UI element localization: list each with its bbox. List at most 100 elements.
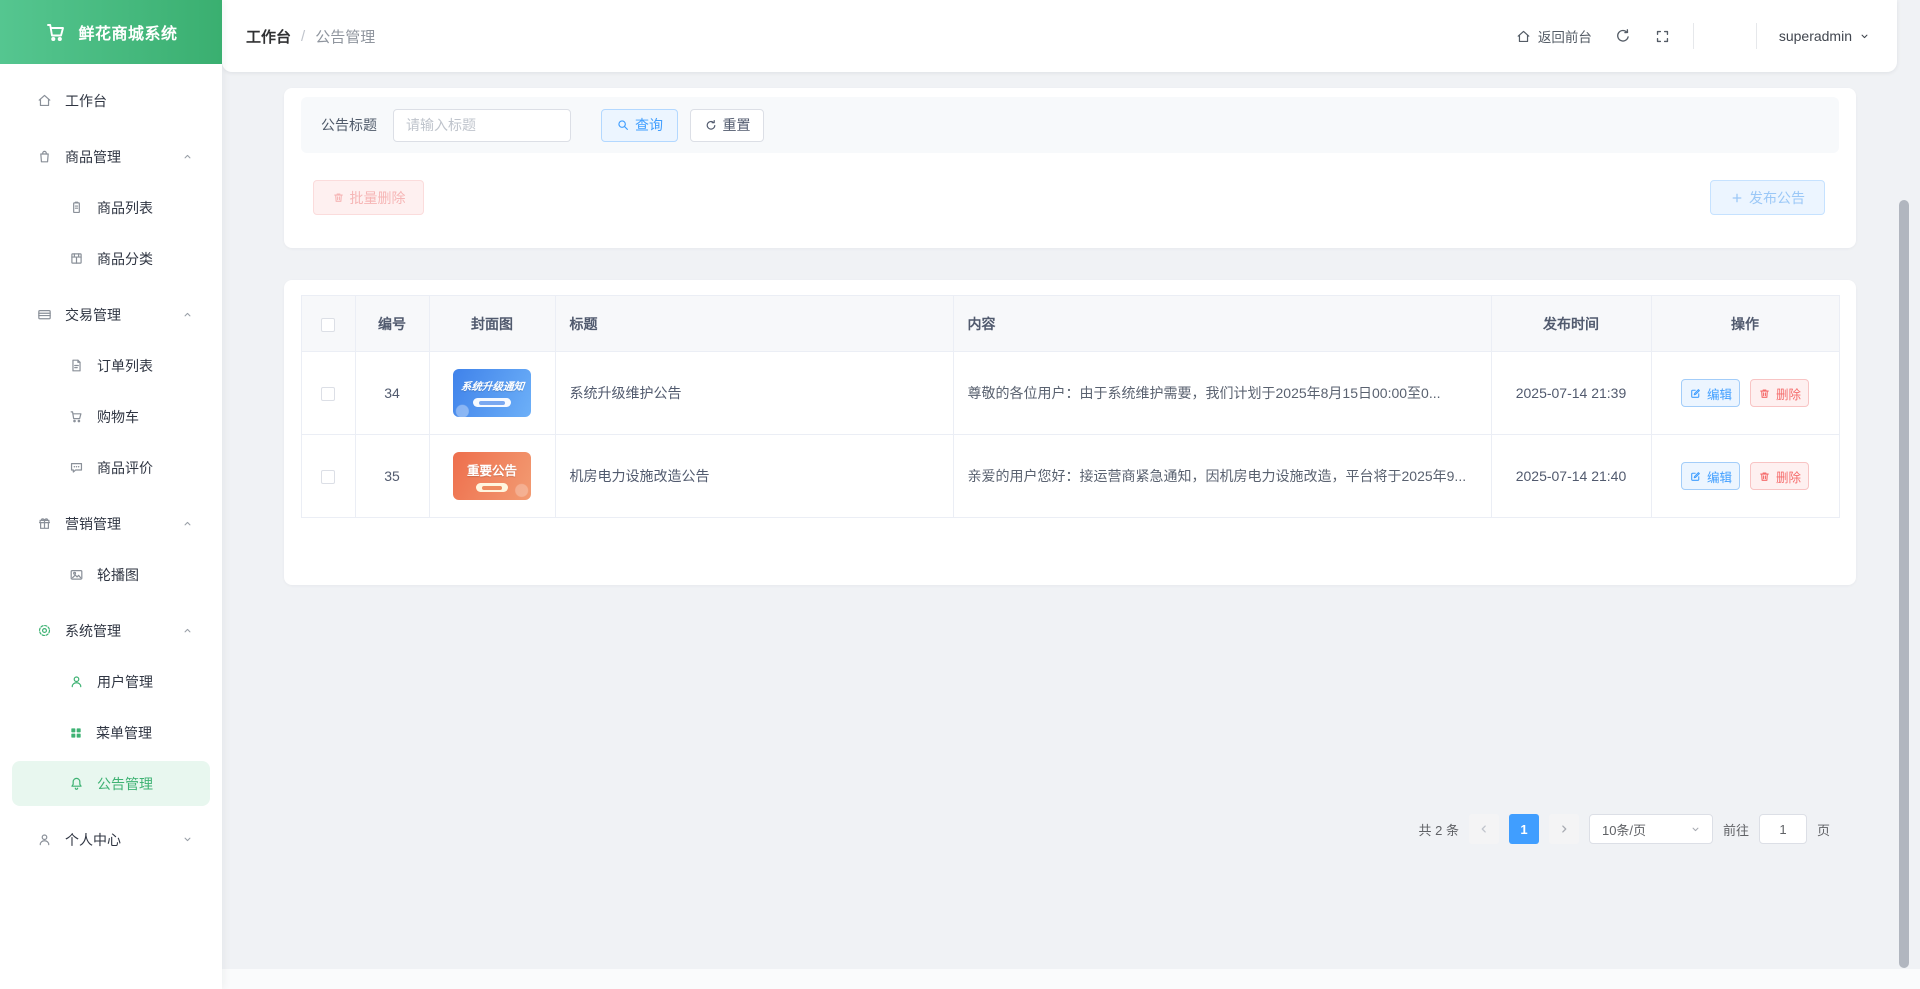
- sidebar-item-label: 购物车: [97, 407, 139, 427]
- sidebar-item-1[interactable]: 工作台: [12, 78, 210, 123]
- chevron-down-icon: [181, 833, 194, 846]
- page-size-select[interactable]: 10条/页: [1589, 814, 1713, 844]
- sidebar-item-label: 用户管理: [97, 672, 153, 692]
- announcement-table: 编号 封面图 标题 内容 发布时间 操作 34系统升级通知系统升级维护公告尊敬的…: [301, 295, 1840, 518]
- publish-label: 发布公告: [1749, 188, 1805, 208]
- reset-button-label: 重置: [723, 115, 751, 135]
- header-divider: [1693, 23, 1694, 49]
- trash-icon: [332, 191, 345, 204]
- header-content: 内容: [953, 296, 1491, 352]
- sidebar-item-label: 商品评价: [97, 458, 153, 478]
- reset-icon: [704, 118, 718, 132]
- edit-icon: [1689, 470, 1702, 483]
- filter-label: 公告标题: [321, 115, 377, 135]
- plus-icon: [1730, 191, 1744, 205]
- delete-button[interactable]: 删除: [1750, 462, 1809, 490]
- cover-badge: [473, 398, 511, 407]
- row-checkbox[interactable]: [321, 470, 335, 484]
- edit-button[interactable]: 编辑: [1681, 462, 1740, 490]
- row-content: 亲爱的用户您好：接运营商紧急通知，因机房电力设施改造，平台将于2025年9...: [953, 435, 1491, 518]
- goto-page-input[interactable]: [1759, 814, 1807, 844]
- person-icon: [36, 831, 53, 848]
- bottom-strip: [222, 969, 1920, 989]
- breadcrumb-current: 公告管理: [315, 26, 375, 47]
- sidebar-item-6[interactable]: 订单列表: [12, 343, 210, 388]
- sidebar-item-label: 轮播图: [97, 565, 139, 585]
- table-toolbar: 批量删除 发布公告: [284, 170, 1856, 230]
- sidebar-item-2[interactable]: 商品管理: [12, 134, 210, 179]
- row-id: 35: [355, 435, 429, 518]
- clipboard-icon: [68, 199, 85, 216]
- sidebar-item-8[interactable]: 商品评价: [12, 445, 210, 490]
- top-header: 工作台 / 公告管理 返回前台 superadmin: [222, 0, 1897, 72]
- user-dropdown[interactable]: superadmin: [1779, 28, 1871, 44]
- username: superadmin: [1779, 28, 1852, 44]
- sidebar-item-12[interactable]: 用户管理: [12, 659, 210, 704]
- search-button[interactable]: 查询: [601, 109, 678, 142]
- search-icon: [616, 118, 630, 132]
- prev-page-button[interactable]: [1469, 814, 1499, 844]
- sidebar-item-10[interactable]: 轮播图: [12, 552, 210, 597]
- sidebar-item-14[interactable]: 公告管理: [12, 761, 210, 806]
- batch-delete-button[interactable]: 批量删除: [313, 180, 424, 215]
- next-page-button[interactable]: [1549, 814, 1579, 844]
- sidebar-item-5[interactable]: 交易管理: [12, 292, 210, 337]
- cover-image: 重要公告: [453, 452, 531, 500]
- page-suffix-label: 页: [1817, 820, 1830, 839]
- refresh-button[interactable]: [1614, 27, 1632, 45]
- sidebar-item-3[interactable]: 商品列表: [12, 185, 210, 230]
- breadcrumb-root[interactable]: 工作台: [246, 26, 291, 47]
- chevron-left-icon: [1477, 822, 1491, 836]
- sidebar-item-label: 商品分类: [97, 249, 153, 269]
- row-title: 系统升级维护公告: [555, 352, 953, 435]
- sidebar-item-label: 工作台: [65, 91, 107, 111]
- chevron-up-icon: [181, 624, 194, 637]
- sidebar-item-15[interactable]: 个人中心: [12, 817, 210, 862]
- app-logo: 鲜花商城系统: [0, 0, 222, 64]
- category-icon: [68, 250, 85, 267]
- bag-icon: [36, 148, 53, 165]
- row-publish-time: 2025-07-14 21:40: [1491, 435, 1651, 518]
- grid-icon: [68, 725, 84, 741]
- cart-icon: [68, 408, 85, 425]
- publish-announcement-button[interactable]: 发布公告: [1710, 180, 1825, 215]
- announcement-table-card: 编号 封面图 标题 内容 发布时间 操作 34系统升级通知系统升级维护公告尊敬的…: [284, 280, 1856, 585]
- cover-image: 系统升级通知: [453, 369, 531, 417]
- row-checkbox[interactable]: [321, 387, 335, 401]
- back-to-front-label: 返回前台: [1538, 26, 1592, 46]
- gift-icon: [36, 515, 53, 532]
- chevron-up-icon: [181, 308, 194, 321]
- announcement-title-input[interactable]: [393, 109, 571, 142]
- select-all-checkbox[interactable]: [321, 318, 335, 332]
- sidebar-item-13[interactable]: 菜单管理: [12, 710, 210, 755]
- batch-delete-label: 批量删除: [350, 188, 406, 208]
- goto-label: 前往: [1723, 820, 1749, 839]
- pagination: 共 2 条 1 10条/页 前往 页: [1419, 814, 1831, 844]
- fullscreen-button[interactable]: [1654, 28, 1671, 45]
- sidebar-item-4[interactable]: 商品分类: [12, 236, 210, 281]
- sidebar-item-9[interactable]: 营销管理: [12, 501, 210, 546]
- sidebar: 鲜花商城系统 工作台商品管理商品列表商品分类交易管理订单列表购物车商品评价营销管…: [0, 0, 222, 989]
- reset-button[interactable]: 重置: [690, 109, 764, 142]
- trash-icon: [1758, 387, 1771, 400]
- chevron-down-icon: [1858, 30, 1871, 43]
- cover-badge: [476, 483, 508, 492]
- sidebar-item-11[interactable]: 系统管理: [12, 608, 210, 653]
- filter-panel: 公告标题 查询 重置: [301, 97, 1839, 153]
- chevron-up-icon: [181, 150, 194, 163]
- sidebar-item-label: 菜单管理: [96, 723, 152, 743]
- page-number-button[interactable]: 1: [1509, 814, 1539, 844]
- edit-icon: [1689, 387, 1702, 400]
- chevron-up-icon: [181, 517, 194, 530]
- page-size-value: 10条/页: [1602, 820, 1646, 839]
- header-id: 编号: [355, 296, 429, 352]
- breadcrumb: 工作台 / 公告管理: [246, 26, 375, 47]
- sidebar-item-label: 公告管理: [97, 774, 153, 794]
- edit-button[interactable]: 编辑: [1681, 379, 1740, 407]
- sidebar-item-7[interactable]: 购物车: [12, 394, 210, 439]
- scrollbar-thumb[interactable]: [1899, 200, 1909, 968]
- filter-card: 公告标题 查询 重置 批量删除 发布公告: [284, 88, 1856, 248]
- back-to-front-button[interactable]: 返回前台: [1515, 26, 1592, 46]
- sidebar-menu: 工作台商品管理商品列表商品分类交易管理订单列表购物车商品评价营销管理轮播图系统管…: [0, 64, 222, 862]
- delete-button[interactable]: 删除: [1750, 379, 1809, 407]
